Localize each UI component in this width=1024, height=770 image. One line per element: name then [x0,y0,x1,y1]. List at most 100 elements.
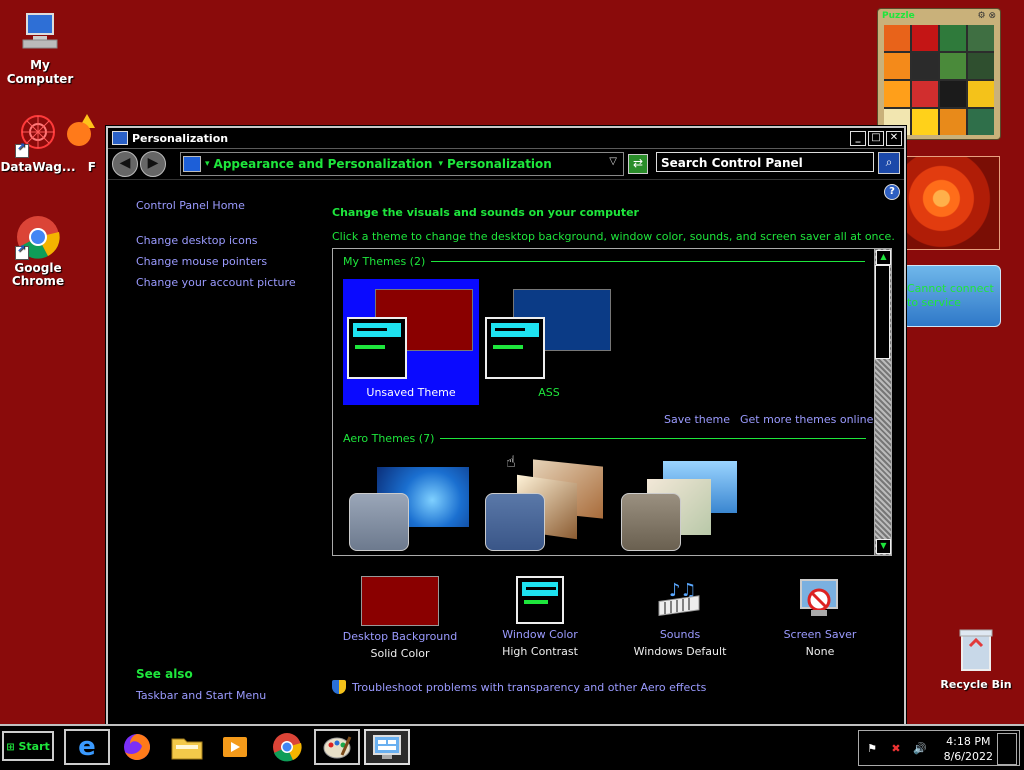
screen-saver-setting[interactable]: Screen Saver None [755,576,885,658]
setting-label[interactable]: Sounds [615,628,745,641]
taskbar-app-media-player[interactable] [212,729,258,765]
windows-logo-icon: ⊞ [6,742,15,753]
scroll-up-arrow-icon[interactable]: ▲ [876,250,891,265]
divider [440,438,867,439]
scrollbar-thumb[interactable] [875,265,890,359]
start-button[interactable]: ⊞ Start [2,731,54,761]
show-desktop-button[interactable] [997,733,1017,765]
theme-window-preview [485,317,545,379]
taskbar-app-control-panel[interactable] [364,729,410,765]
chevron-down-icon[interactable]: ▽ [609,156,617,167]
desktop-icon-label: Google Chrome [11,261,65,288]
close-button[interactable]: ✕ [886,130,902,146]
scroll-down-arrow-icon[interactable]: ▼ [876,539,891,554]
weather-gadget[interactable]: Cannot connect to service [902,265,1001,327]
desktop-background-setting[interactable]: Desktop Background Solid Color [335,576,465,660]
desktop-icon-chrome[interactable]: Google Chrome [0,214,78,288]
theme-ass[interactable]: ASS [481,279,617,405]
window-color-setting[interactable]: Window Color High Contrast [475,576,605,658]
personalization-window[interactable]: Personalization _ □ ✕ ◀ ▶ ▾ Appearance a… [106,126,906,726]
forward-button[interactable]: ▶ [140,151,166,177]
nav-link-taskbar-start-menu[interactable]: Taskbar and Start Menu [136,689,266,702]
desktop-icon-my-computer[interactable]: My Computer [0,10,80,86]
setting-value: Solid Color [370,647,430,660]
theme-window-preview [347,317,407,379]
breadcrumb-item[interactable]: Personalization [447,157,552,171]
search-input[interactable]: Search Control Panel [656,152,874,172]
desktop-icon-recycle-bin[interactable]: Recycle Bin [938,626,1014,691]
slideshow-gadget[interactable] [902,156,1000,250]
taskbar-app-windows-explorer[interactable] [164,729,210,765]
nav-link-change-account-picture[interactable]: Change your account picture [136,276,296,289]
setting-label[interactable]: Desktop Background [335,630,465,643]
theme-unsaved[interactable]: Unsaved Theme [343,279,479,405]
taskbar-app-paint[interactable] [314,729,360,765]
save-theme-link[interactable]: Save theme [664,413,730,426]
shortcut-arrow-icon [15,142,29,158]
refresh-button[interactable]: ⇄ [628,154,648,174]
window-titlebar[interactable]: Personalization _ □ ✕ [108,128,904,149]
search-icon[interactable]: ⌕ [878,152,900,174]
themes-list[interactable]: My Themes (2) Unsaved Theme ASS Save the… [332,248,892,556]
sounds-setting[interactable]: ♪♫ Sounds Windows Default [615,576,745,658]
nav-link-control-panel-home[interactable]: Control Panel Home [136,199,245,212]
troubleshoot-link-row[interactable]: Troubleshoot problems with transparency … [332,680,706,694]
gadget-controls-icon[interactable]: ⚙ ⊗ [978,11,996,21]
chevron-down-icon[interactable]: ▾ [438,159,443,169]
sounds-icon: ♪♫ [655,576,705,624]
puzzle-grid[interactable] [884,25,994,135]
aero-theme-windows7[interactable] [347,465,477,555]
get-more-themes-link[interactable]: Get more themes online [740,413,873,426]
page-title: Change the visuals and sounds on your co… [332,206,639,219]
setting-value: High Contrast [502,645,578,658]
mouse-cursor-icon: ☝ [506,452,516,471]
setting-label[interactable]: Window Color [475,628,605,641]
volume-icon[interactable]: 🔊 [913,742,927,756]
clock[interactable]: 4:18 PM 8/6/2022 [944,734,993,764]
breadcrumb-item[interactable]: Appearance and Personalization [214,157,433,171]
taskbar-app-internet-explorer[interactable]: e [64,729,110,765]
window-title: Personalization [132,131,229,145]
chrome-icon [15,214,61,260]
page-subtitle: Click a theme to change the desktop back… [332,230,895,243]
maximize-button[interactable]: □ [868,130,884,146]
chevron-down-icon[interactable]: ▾ [205,159,210,169]
desktop-icon-label: F [87,160,96,174]
nav-link-change-mouse-pointers[interactable]: Change mouse pointers [136,255,267,268]
app-icon [65,112,95,158]
control-panel-icon [112,131,128,145]
theme-name: ASS [538,386,560,399]
desktop-icon-partial[interactable]: F [60,112,100,174]
back-button[interactable]: ◀ [112,151,138,177]
screen-saver-icon [795,576,845,624]
puzzle-gadget[interactable]: Puzzle ⚙ ⊗ [877,8,1001,140]
aero-themes-label: Aero Themes (7) [343,432,435,445]
desktop-icon-label: My Computer [6,58,74,86]
setting-value: None [805,645,835,658]
puzzle-gadget-title: Puzzle [882,11,915,21]
setting-label[interactable]: Screen Saver [755,628,885,641]
weather-error-text: Cannot connect to service [907,282,994,309]
aero-theme-architecture[interactable] [483,459,613,555]
breadcrumb[interactable]: ▾ Appearance and Personalization ▾ Perso… [180,152,624,176]
help-icon[interactable]: ? [884,184,900,200]
media-player-icon [223,737,247,757]
clock-date: 8/6/2022 [943,750,993,763]
computer-icon [17,10,63,56]
folder-icon [171,738,203,760]
my-themes-header: My Themes (2) [343,255,866,268]
theme-window-preview [349,493,409,551]
internet-explorer-icon: e [78,732,96,762]
network-disconnected-icon[interactable]: ✖ [889,742,903,756]
minimize-button[interactable]: _ [850,130,866,146]
nav-link-change-desktop-icons[interactable]: Change desktop icons [136,234,258,247]
taskbar-app-firefox[interactable] [114,729,160,765]
themes-scrollbar[interactable]: ▲ ▼ [874,249,891,555]
troubleshoot-link[interactable]: Troubleshoot problems with transparency … [352,681,706,694]
taskbar-app-chrome[interactable] [264,729,310,765]
datawag-icon [15,112,61,158]
aero-theme-nature[interactable] [619,459,749,555]
paint-icon [323,736,352,759]
desktop-icon-label: Recycle Bin [940,678,1012,691]
action-center-icon[interactable]: ⚑ [865,742,879,756]
